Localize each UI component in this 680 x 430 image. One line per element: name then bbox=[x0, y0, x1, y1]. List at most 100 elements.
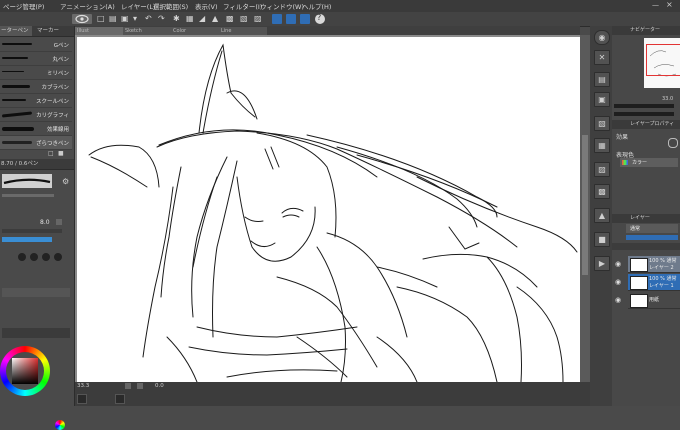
brush-preview bbox=[1, 111, 33, 118]
brush-item[interactable]: 効果線用 bbox=[0, 122, 72, 136]
app-logo-icon[interactable] bbox=[72, 14, 92, 24]
item-bank-icon[interactable]: ■ bbox=[594, 232, 610, 247]
layer-property-header: レイヤープロパティ bbox=[612, 120, 680, 129]
image-icon[interactable]: ▩ bbox=[594, 184, 610, 199]
preset-dot[interactable] bbox=[30, 253, 38, 261]
close-icon[interactable]: × bbox=[666, 0, 673, 9]
nav-icon[interactable] bbox=[77, 394, 87, 404]
layer-prop-icon[interactable]: ▣ bbox=[594, 92, 610, 107]
sketch-drawing bbox=[88, 43, 578, 382]
deselect-icon[interactable]: ▩ bbox=[226, 13, 234, 24]
undo-icon[interactable]: ↶ bbox=[145, 13, 152, 24]
layer-row-selected[interactable]: 100 % 通常 レイヤー 2 bbox=[628, 256, 680, 273]
menu-item-filter[interactable]: フィルター(I) bbox=[223, 1, 262, 11]
layer-name: レイヤー 2 bbox=[649, 265, 674, 271]
ruler-icon[interactable]: ▨ bbox=[254, 13, 262, 24]
zoom-in-icon[interactable] bbox=[137, 383, 143, 389]
preset-dot[interactable] bbox=[42, 253, 50, 261]
snap-perspective-icon[interactable] bbox=[300, 14, 310, 24]
eye-icon[interactable]: ◉ bbox=[615, 296, 624, 305]
snap-grid-icon[interactable] bbox=[286, 14, 296, 24]
tab-pen[interactable]: ーターペン bbox=[0, 26, 32, 36]
eye-icon[interactable]: ◉ bbox=[615, 278, 624, 287]
navigator-header: ナビゲーター bbox=[612, 26, 680, 35]
left-palette: ーターペン マーカー Gペン 丸ペン ミリペン カブラペン スクールペン カリグ… bbox=[0, 26, 75, 430]
dropdown-icon[interactable]: ▾ bbox=[133, 13, 137, 24]
tab-document[interactable]: Illust bbox=[75, 27, 123, 35]
brush-item[interactable]: 丸ペン bbox=[0, 52, 72, 66]
history-icon[interactable]: ▧ bbox=[594, 116, 610, 131]
open-file-icon[interactable]: ▤ bbox=[109, 13, 117, 24]
brush-item[interactable]: ミリペン bbox=[0, 66, 72, 80]
brush-item[interactable]: Gペン bbox=[0, 38, 72, 52]
transform-icon[interactable]: ▲ bbox=[212, 13, 218, 24]
material-icon[interactable]: ▤ bbox=[594, 72, 610, 87]
opacity-bar[interactable] bbox=[626, 235, 678, 240]
blend-mode-select[interactable]: 通常 bbox=[626, 224, 678, 233]
effect-icon[interactable] bbox=[668, 138, 678, 148]
eye-icon[interactable]: ◉ bbox=[615, 260, 624, 269]
effect-label: 効果 bbox=[616, 134, 629, 141]
menu-item-selection[interactable]: 選択範囲(S) bbox=[153, 1, 188, 11]
brush-label: 効果線用 bbox=[46, 127, 69, 133]
menu-item-layer[interactable]: レイヤー(L) bbox=[121, 1, 156, 11]
menu-item-view[interactable]: 表示(V) bbox=[195, 1, 218, 11]
sub-view-icon[interactable]: ✕ bbox=[594, 50, 610, 65]
navigator-rotate-slider[interactable] bbox=[614, 112, 674, 116]
brush-item[interactable]: カブラペン bbox=[0, 80, 72, 94]
navigator-preview[interactable] bbox=[644, 38, 680, 88]
command-bar: □ ▤ ▣ ▾ ↶ ↷ ✱ ▦ ◢ ▲ ▩ ▧ ▨ ? bbox=[0, 12, 680, 27]
tab-document[interactable]: Sketch bbox=[123, 27, 171, 35]
opacity-slider[interactable] bbox=[2, 229, 62, 233]
search-layer-icon[interactable]: ▨ bbox=[594, 162, 610, 177]
help-icon[interactable]: ? bbox=[315, 13, 325, 24]
layer-row[interactable]: 100 % 通常 レイヤー 1 bbox=[628, 274, 680, 291]
menu-item-page[interactable]: ページ管理(P) bbox=[3, 1, 44, 11]
preset-dot[interactable] bbox=[54, 253, 62, 261]
fit-icon[interactable] bbox=[115, 394, 125, 404]
drawing-canvas[interactable] bbox=[77, 37, 580, 382]
size-stepper[interactable] bbox=[56, 219, 62, 225]
brush-item[interactable]: スクールペン bbox=[0, 94, 72, 108]
fill-icon[interactable]: ◢ bbox=[199, 13, 205, 24]
navigator-zoom-slider[interactable] bbox=[614, 104, 674, 108]
animation-icon[interactable]: ▲ bbox=[594, 208, 610, 223]
color-icon[interactable]: ▦ bbox=[594, 138, 610, 153]
new-file-icon[interactable]: □ bbox=[97, 13, 105, 24]
save-icon[interactable]: ▣ bbox=[121, 13, 129, 24]
delete-icon[interactable]: ■ bbox=[58, 150, 64, 157]
tab-document[interactable]: Color bbox=[171, 27, 219, 35]
brush-actions: □ ■ bbox=[2, 150, 72, 157]
scroll-thumb[interactable] bbox=[582, 135, 588, 275]
color-square[interactable] bbox=[12, 358, 38, 384]
size-slider[interactable] bbox=[2, 194, 54, 197]
brush-item[interactable]: カリグラフィ bbox=[0, 108, 72, 122]
tab-marker[interactable]: マーカー bbox=[35, 26, 73, 36]
zoom-out-icon[interactable] bbox=[125, 383, 131, 389]
redo-icon[interactable]: ↷ bbox=[158, 13, 165, 24]
color-mode-icon[interactable] bbox=[55, 420, 65, 430]
snap-ruler-icon[interactable] bbox=[272, 14, 282, 24]
select-all-icon[interactable]: ▦ bbox=[186, 13, 194, 24]
tab-document[interactable]: Line bbox=[219, 27, 267, 35]
crop-icon[interactable]: ▧ bbox=[240, 13, 248, 24]
clear-icon[interactable]: ✱ bbox=[173, 13, 180, 24]
brush-label: カリグラフィ bbox=[36, 113, 69, 119]
status-bar: 33.3 0.0 bbox=[75, 382, 590, 406]
wrench-icon[interactable]: ⚙ bbox=[62, 177, 69, 186]
preset-dot[interactable] bbox=[18, 253, 26, 261]
auto-action-icon[interactable]: ▶ bbox=[594, 256, 610, 271]
pattern-row[interactable] bbox=[2, 288, 70, 297]
menu-item-help[interactable]: ヘルプ(H) bbox=[302, 1, 331, 11]
color-wheel[interactable] bbox=[0, 346, 50, 396]
navigator-icon[interactable]: ◉ bbox=[594, 30, 610, 45]
menu-item-window[interactable]: ウィンドウ(W) bbox=[260, 1, 304, 11]
vertical-scrollbar[interactable] bbox=[580, 35, 590, 382]
expression-color-select[interactable]: カラー bbox=[620, 158, 678, 167]
brush-item-selected[interactable]: ざらつきペン bbox=[0, 136, 72, 150]
menu-item-animation[interactable]: アニメーション(A) bbox=[60, 1, 115, 11]
minimize-icon[interactable]: — bbox=[652, 1, 659, 9]
copy-icon[interactable]: □ bbox=[48, 150, 54, 157]
layer-property-title: レイヤープロパティ bbox=[630, 121, 675, 127]
layer-row[interactable]: 用紙 bbox=[628, 292, 680, 309]
